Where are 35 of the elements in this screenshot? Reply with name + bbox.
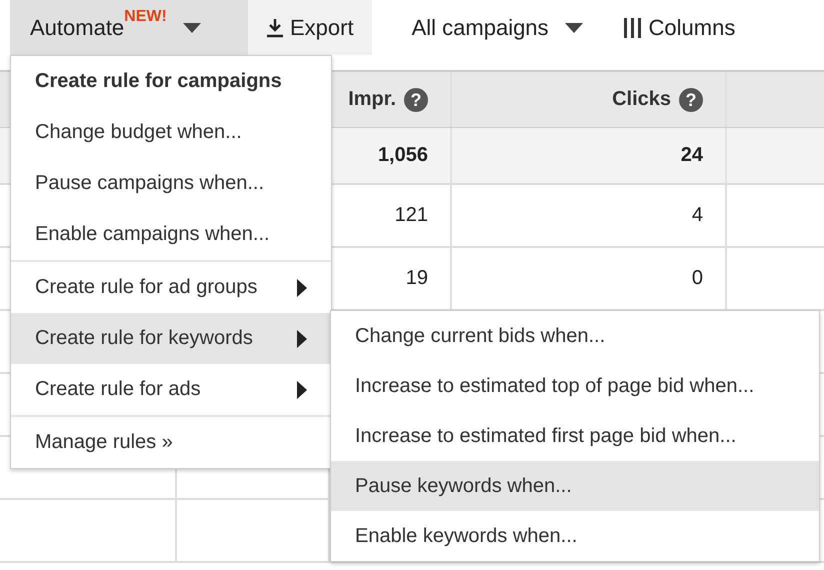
menu-item[interactable]: Create rule for keywords bbox=[11, 313, 331, 364]
menu-item[interactable]: Create rule for ad groups bbox=[11, 262, 331, 313]
submenu-arrow-icon bbox=[297, 278, 307, 296]
submenu-arrow-icon bbox=[297, 380, 307, 398]
help-icon[interactable]: ? bbox=[679, 88, 703, 112]
caret-icon bbox=[564, 22, 583, 32]
menu-item[interactable]: Pause keywords when... bbox=[331, 461, 819, 511]
menu-item[interactable]: Change budget when... bbox=[11, 107, 331, 158]
table-cell: 121 bbox=[394, 204, 428, 227]
table-cell: 1,056 bbox=[378, 144, 428, 167]
column-header: Impr. bbox=[348, 88, 396, 111]
new-label: NEW! bbox=[124, 8, 167, 26]
table-cell: 0 bbox=[692, 267, 703, 290]
menu-item[interactable]: Enable campaigns when... bbox=[11, 209, 331, 260]
download-icon bbox=[266, 18, 284, 38]
menu-item[interactable]: Change current bids when... bbox=[331, 311, 819, 361]
table-cell: 4 bbox=[692, 204, 703, 227]
table-cell: 19 bbox=[406, 267, 428, 290]
menu-item[interactable]: Increase to estimated top of page bid when... bbox=[331, 361, 819, 411]
columns-icon bbox=[622, 16, 643, 38]
menu-item[interactable]: Create rule for ads bbox=[11, 364, 331, 415]
toolbar-button[interactable]: Export bbox=[248, 0, 372, 55]
menu-item[interactable]: Increase to estimated first page bid when... bbox=[331, 411, 819, 461]
toolbar-button[interactable]: Automate$^{NEW!}$ bbox=[10, 0, 248, 55]
caret-icon bbox=[182, 22, 201, 32]
submenu-arrow-icon bbox=[297, 330, 307, 348]
toolbar-button[interactable]: Columns bbox=[602, 0, 756, 55]
toolbar-button[interactable]: All campaigns bbox=[372, 0, 603, 55]
menu-item[interactable]: Enable keywords when... bbox=[331, 511, 819, 561]
table-cell: 24 bbox=[680, 144, 703, 167]
menu-item[interactable]: Pause campaigns when... bbox=[11, 158, 331, 209]
column-header: Clicks bbox=[612, 88, 671, 111]
menu-item[interactable]: Manage rules » bbox=[11, 417, 331, 468]
help-icon[interactable]: ? bbox=[404, 88, 428, 112]
menu-heading: Create rule for campaigns bbox=[34, 69, 283, 94]
